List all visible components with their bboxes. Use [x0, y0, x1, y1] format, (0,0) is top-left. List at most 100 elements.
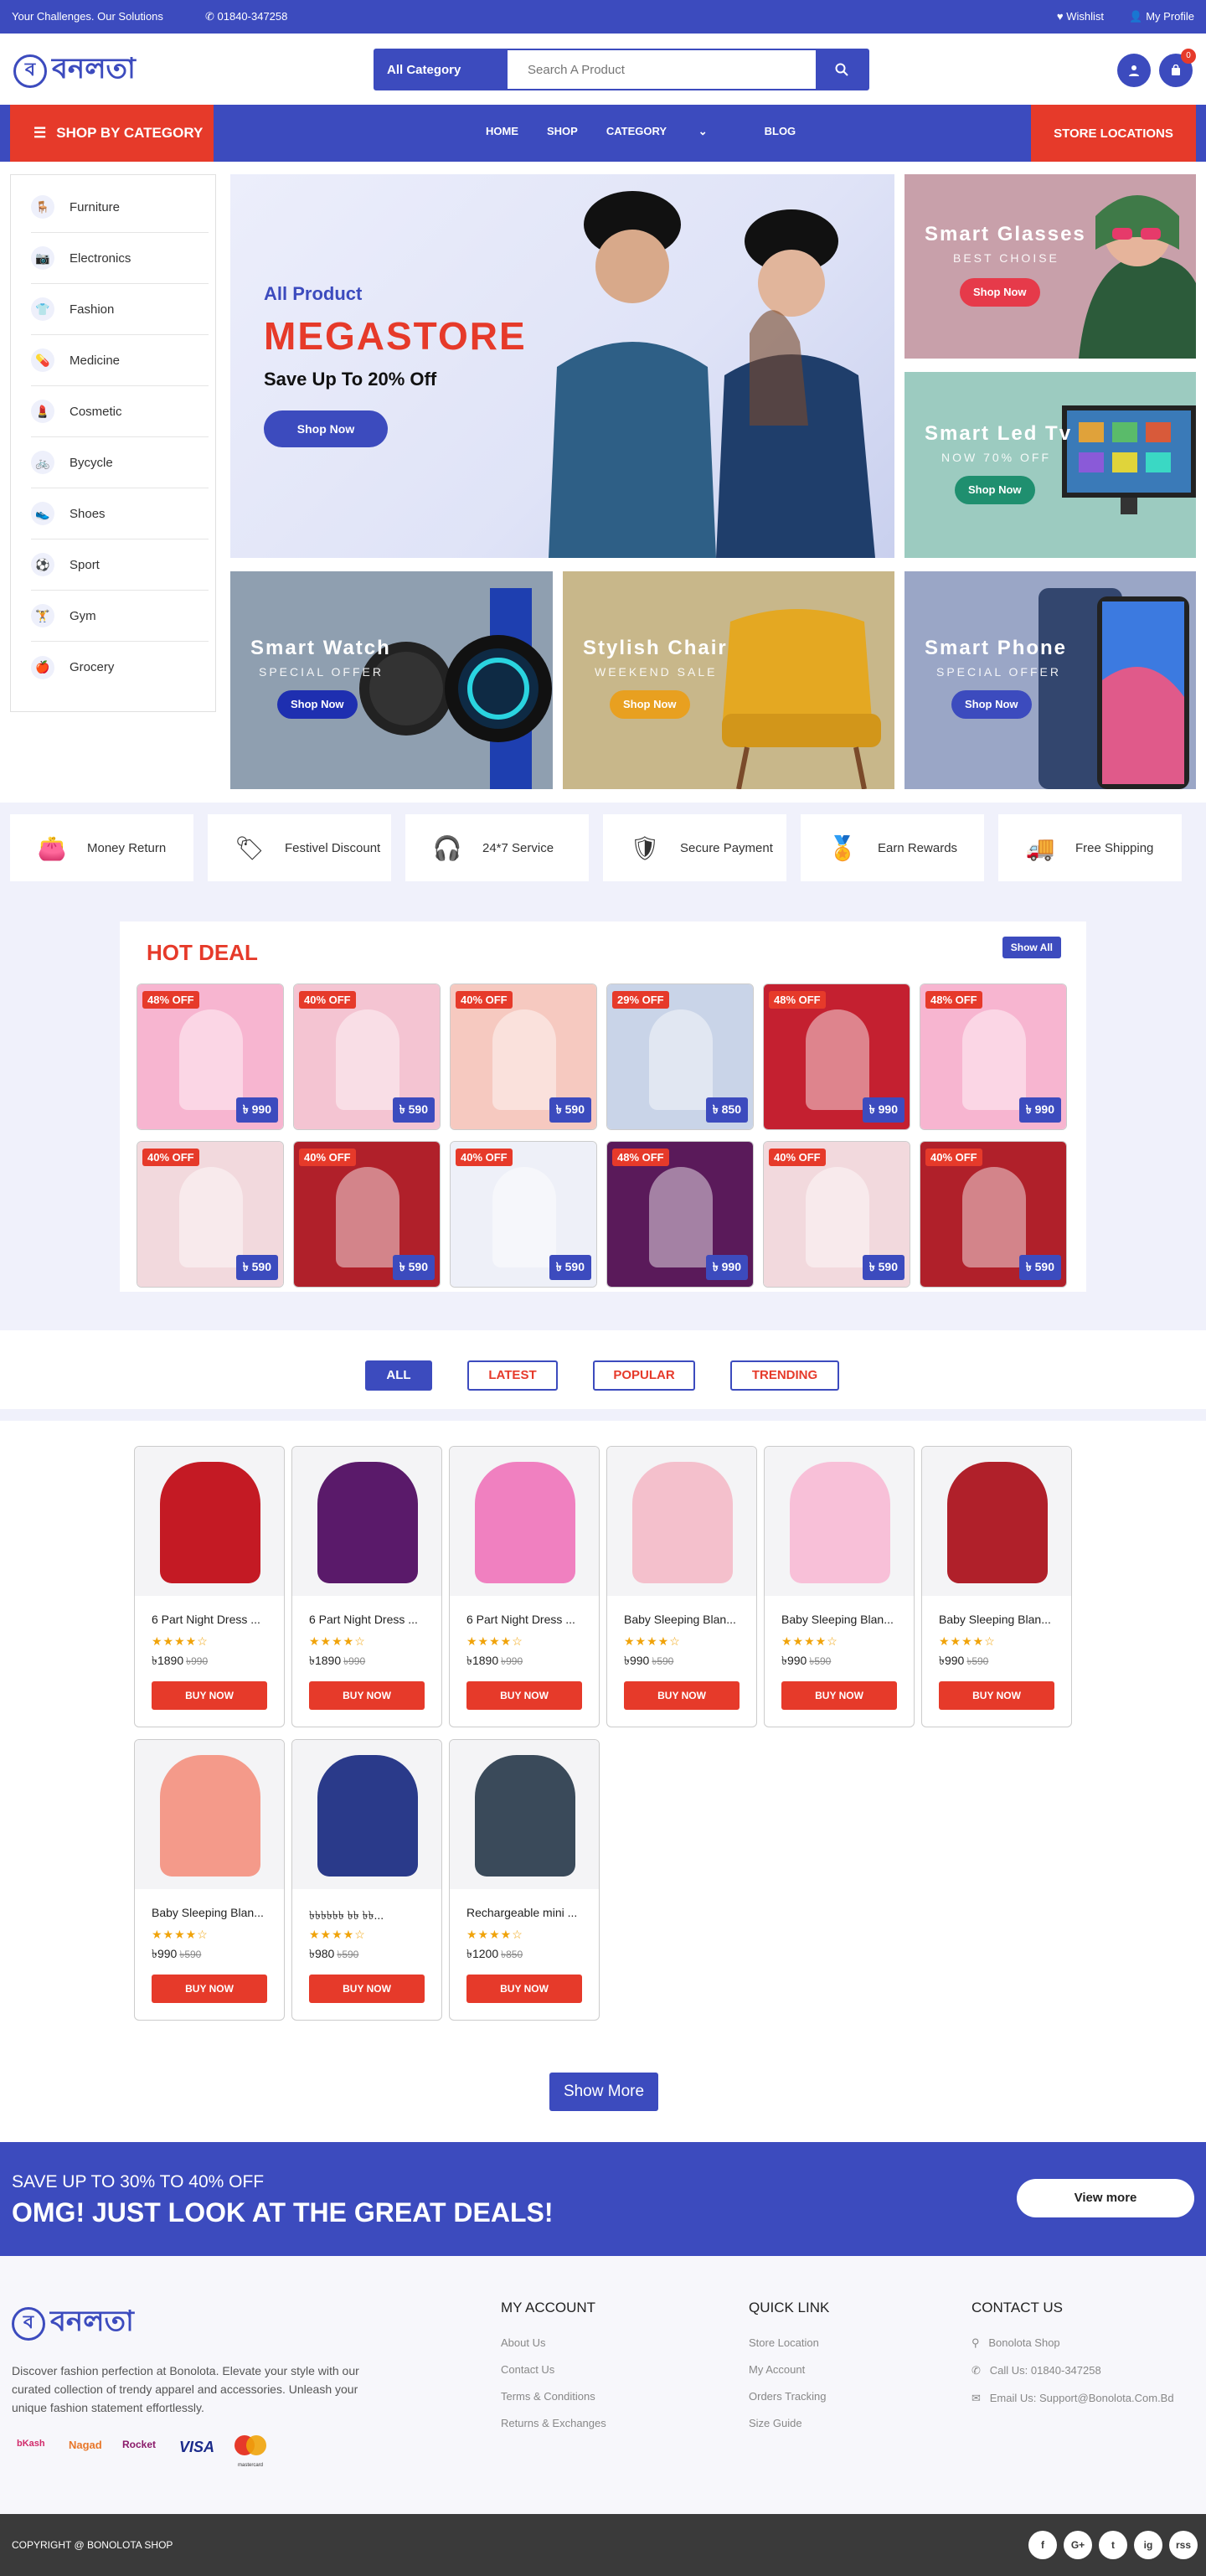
- product-card[interactable]: 6 Part Night Dress ... ★★★★☆ ৳1890 ৳990 BUY …: [291, 1446, 442, 1727]
- rating-stars-icon: ★★★★☆: [309, 1928, 366, 1941]
- shop-by-category-button[interactable]: ☰ SHOP BY CATEGORY: [10, 105, 214, 162]
- furniture-icon: 🪑: [31, 195, 54, 219]
- rss-icon[interactable]: rss: [1169, 2531, 1198, 2559]
- google-plus-icon[interactable]: G+: [1064, 2531, 1092, 2559]
- hot-deal-item[interactable]: 40% OFF ৳ 590: [450, 983, 597, 1130]
- price-tag: ৳ 850: [705, 1097, 748, 1123]
- view-more-button[interactable]: View more: [1017, 2179, 1194, 2217]
- footer-link-size-guide[interactable]: Size Guide: [749, 2417, 829, 2429]
- banner-shop-now-button[interactable]: Shop Now: [955, 476, 1035, 504]
- footer-link-my-account[interactable]: My Account: [749, 2363, 829, 2376]
- banner-shop-now-button[interactable]: Shop Now: [951, 690, 1032, 719]
- banner-stylish-chair[interactable]: Stylish Chair WEEKEND SALE Shop Now: [563, 571, 894, 789]
- product-card[interactable]: 6 Part Night Dress ... ★★★★☆ ৳1890 ৳990 BUY …: [449, 1446, 600, 1727]
- category-item-gym[interactable]: 🏋 Gym: [31, 591, 209, 642]
- feature-secure-payment: 🛡 Secure Payment: [603, 814, 786, 881]
- buy-now-button[interactable]: BUY NOW: [939, 1681, 1054, 1710]
- twitter-icon[interactable]: t: [1099, 2531, 1127, 2559]
- banner-smart-glasses[interactable]: Smart Glasses BEST CHOISE Shop Now: [904, 174, 1196, 359]
- category-item-medicine[interactable]: 💊 Medicine: [31, 335, 209, 386]
- footer-link-about-us[interactable]: About Us: [501, 2336, 606, 2349]
- search-button[interactable]: [816, 50, 868, 89]
- buy-now-button[interactable]: BUY NOW: [466, 1975, 582, 2003]
- headset-icon: 🎧: [432, 834, 462, 861]
- category-item-shoes[interactable]: 👟 Shoes: [31, 488, 209, 539]
- nav-category[interactable]: CATEGORY ⌄: [606, 125, 736, 138]
- wishlist-link[interactable]: ♥ Wishlist: [1057, 10, 1104, 23]
- tab-popular[interactable]: POPULAR: [593, 1360, 695, 1391]
- hot-deal-item[interactable]: 48% OFF ৳ 990: [137, 983, 284, 1130]
- hot-deal-item[interactable]: 40% OFF ৳ 590: [763, 1141, 910, 1288]
- product-card[interactable]: ৳৳৳৳৳৳ ৳৳ ৳৳... ★★★★☆ ৳980 ৳590 BUY NOW: [291, 1739, 442, 2021]
- footer-link-contact-us[interactable]: Contact Us: [501, 2363, 606, 2376]
- tab-trending[interactable]: TRENDING: [730, 1360, 839, 1391]
- contact-email[interactable]: ✉ Email Us: Support@Bonolota.Com.Bd: [972, 2392, 1174, 2405]
- nav-shop[interactable]: SHOP: [547, 125, 578, 138]
- store-locations-button[interactable]: STORE LOCATIONS: [1031, 105, 1196, 162]
- product-card[interactable]: Baby Sleeping Blan... ★★★★☆ ৳990 ৳590 BUY NO…: [134, 1739, 285, 2021]
- promo-banner: SAVE UP TO 30% TO 40% OFF OMG! JUST LOOK…: [0, 2142, 1206, 2256]
- tab-latest[interactable]: LATEST: [467, 1360, 558, 1391]
- nav-home[interactable]: HOME: [486, 125, 518, 138]
- nav-blog[interactable]: BLOG: [765, 125, 796, 138]
- buy-now-button[interactable]: BUY NOW: [152, 1975, 267, 2003]
- buy-now-button[interactable]: BUY NOW: [309, 1681, 425, 1710]
- hot-deal-item[interactable]: 40% OFF ৳ 590: [293, 983, 441, 1130]
- category-item-bycycle[interactable]: 🚲 Bycycle: [31, 437, 209, 488]
- sport-icon: ⚽: [31, 553, 54, 576]
- buy-now-button[interactable]: BUY NOW: [781, 1681, 897, 1710]
- menu-icon: ☰: [34, 125, 47, 141]
- facebook-icon[interactable]: f: [1028, 2531, 1057, 2559]
- hot-deal-item[interactable]: 29% OFF ৳ 850: [606, 983, 754, 1130]
- buy-now-button[interactable]: BUY NOW: [624, 1681, 740, 1710]
- buy-now-button[interactable]: BUY NOW: [309, 1975, 425, 2003]
- hot-deal-item[interactable]: 48% OFF ৳ 990: [763, 983, 910, 1130]
- product-name: ৳৳৳৳৳৳ ৳৳ ৳৳...: [309, 1908, 384, 1922]
- shield-icon: 🛡: [630, 834, 660, 861]
- my-profile-link[interactable]: 👤 My Profile: [1129, 10, 1194, 23]
- banner-shop-now-button[interactable]: Shop Now: [960, 278, 1040, 307]
- hot-deal-item[interactable]: 40% OFF ৳ 590: [137, 1141, 284, 1288]
- price-tag: ৳ 990: [1018, 1097, 1061, 1123]
- tab-all[interactable]: ALL: [365, 1360, 432, 1391]
- buy-now-button[interactable]: BUY NOW: [152, 1681, 267, 1710]
- category-item-grocery[interactable]: 🍎 Grocery: [31, 642, 209, 693]
- banner-shop-now-button[interactable]: Shop Now: [610, 690, 690, 719]
- hot-deal-item[interactable]: 48% OFF ৳ 990: [606, 1141, 754, 1288]
- show-more-button[interactable]: Show More: [549, 2073, 658, 2111]
- banner-smart-phone[interactable]: Smart Phone SPECIAL OFFER Shop Now: [904, 571, 1196, 789]
- category-item-sport[interactable]: ⚽ Sport: [31, 539, 209, 591]
- site-logo[interactable]: ব বনলতা: [13, 47, 136, 95]
- product-card[interactable]: Baby Sleeping Blan... ★★★★☆ ৳990 ৳590 BUY NO…: [606, 1446, 757, 1727]
- product-name: Baby Sleeping Blan...: [781, 1613, 894, 1626]
- footer-link-terms[interactable]: Terms & Conditions: [501, 2390, 606, 2403]
- category-item-fashion[interactable]: 👕 Fashion: [31, 284, 209, 335]
- instagram-icon[interactable]: ig: [1134, 2531, 1162, 2559]
- footer-logo[interactable]: ব বনলতা: [12, 2300, 134, 2347]
- product-card[interactable]: 6 Part Night Dress ... ★★★★☆ ৳1890 ৳990 BUY …: [134, 1446, 285, 1727]
- product-card[interactable]: Rechargeable mini ... ★★★★☆ ৳1200 ৳850 BUY N…: [449, 1739, 600, 2021]
- hot-deal-item[interactable]: 40% OFF ৳ 590: [450, 1141, 597, 1288]
- banner-smart-led-tv[interactable]: Smart Led Tv NOW 70% OFF Shop Now: [904, 372, 1196, 558]
- hero-shop-now-button[interactable]: Shop Now: [264, 410, 388, 447]
- banner-shop-now-button[interactable]: Shop Now: [277, 690, 358, 719]
- category-item-electronics[interactable]: 📷 Electronics: [31, 233, 209, 284]
- category-item-furniture[interactable]: 🪑 Furniture: [31, 182, 209, 233]
- footer-link-returns[interactable]: Returns & Exchanges: [501, 2417, 606, 2429]
- show-all-button[interactable]: Show All: [1002, 937, 1061, 958]
- account-button[interactable]: [1117, 54, 1151, 87]
- banner-smart-watch[interactable]: Smart Watch SPECIAL OFFER Shop Now: [230, 571, 553, 789]
- search-category-select[interactable]: All Category: [375, 50, 508, 89]
- cart-button[interactable]: 0: [1159, 49, 1196, 87]
- search-input[interactable]: [508, 50, 816, 89]
- category-item-cosmetic[interactable]: 💄 Cosmetic: [31, 386, 209, 437]
- logo-emblem: ব: [12, 2306, 45, 2341]
- hot-deal-item[interactable]: 48% OFF ৳ 990: [920, 983, 1067, 1130]
- hot-deal-item[interactable]: 40% OFF ৳ 590: [293, 1141, 441, 1288]
- buy-now-button[interactable]: BUY NOW: [466, 1681, 582, 1710]
- footer-link-store-location[interactable]: Store Location: [749, 2336, 829, 2349]
- product-card[interactable]: Baby Sleeping Blan... ★★★★☆ ৳990 ৳590 BUY NO…: [764, 1446, 915, 1727]
- product-card[interactable]: Baby Sleeping Blan... ★★★★☆ ৳990 ৳590 BUY NO…: [921, 1446, 1072, 1727]
- hot-deal-item[interactable]: 40% OFF ৳ 590: [920, 1141, 1067, 1288]
- footer-link-orders-tracking[interactable]: Orders Tracking: [749, 2390, 829, 2403]
